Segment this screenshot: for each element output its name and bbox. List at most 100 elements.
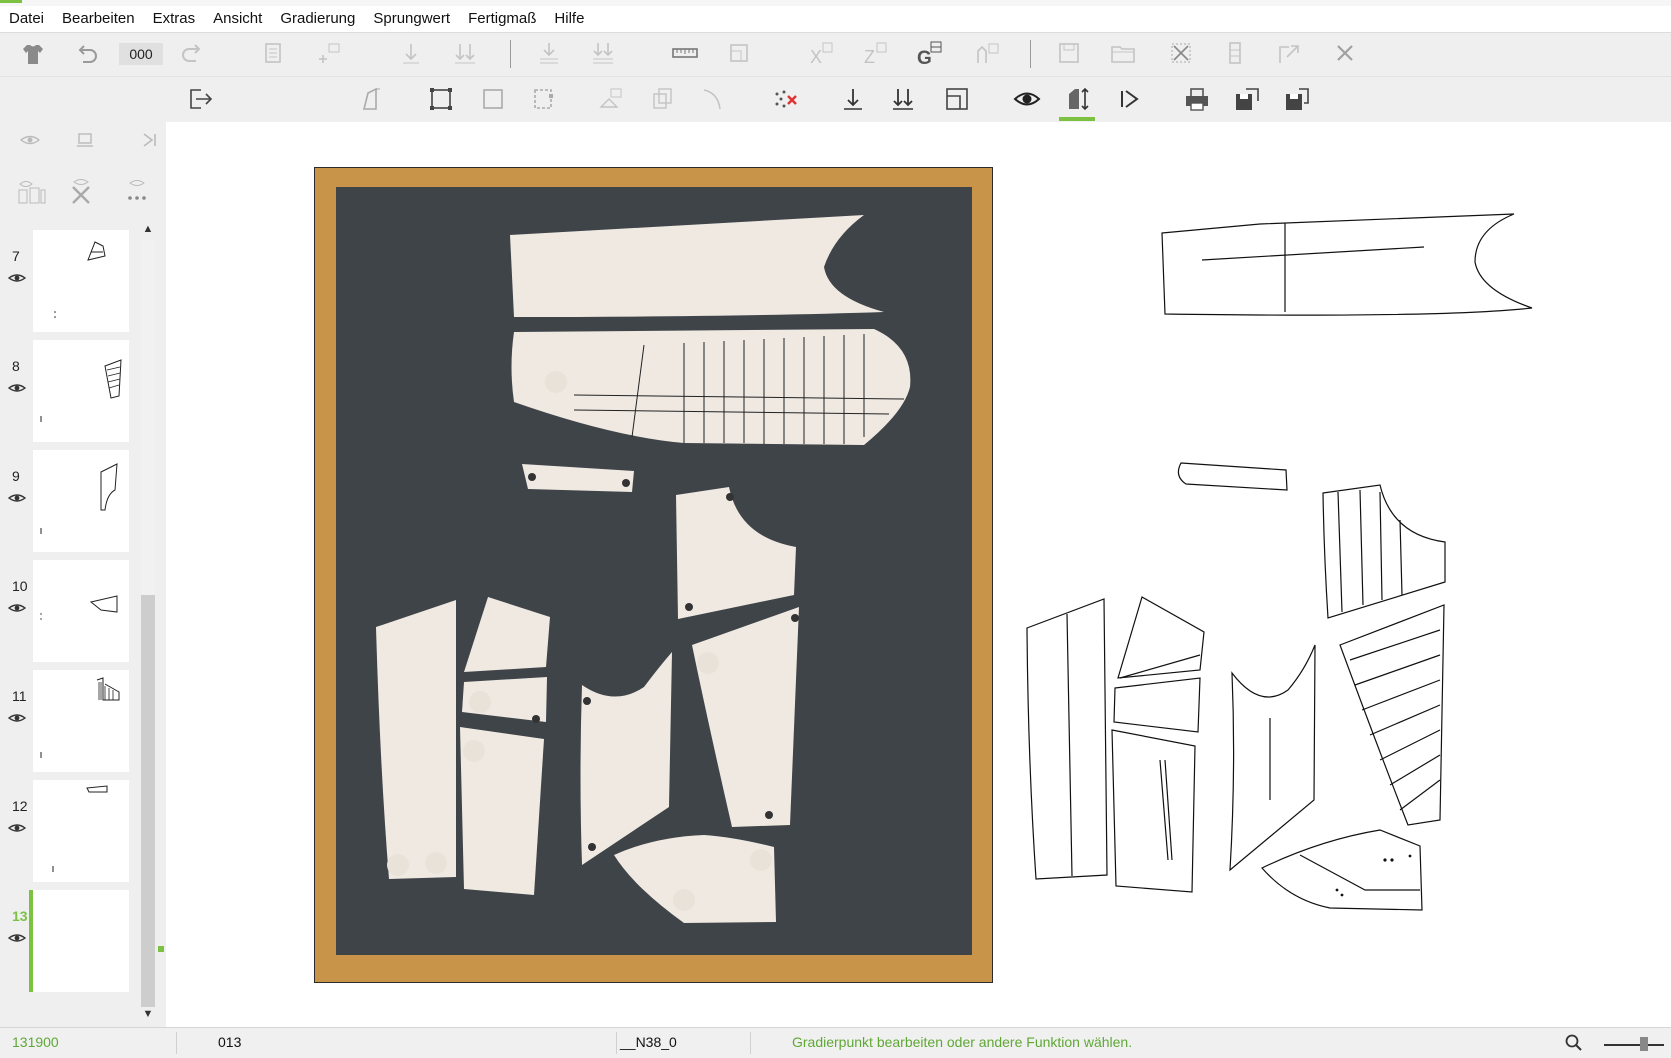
eye-icon[interactable]	[8, 272, 26, 284]
status-size: __N38_0	[620, 1034, 677, 1050]
menu-datei[interactable]: Datei	[0, 6, 53, 32]
eye-icon[interactable]	[8, 822, 26, 834]
eye-icon[interactable]	[17, 129, 43, 151]
open-folder-icon[interactable]	[1106, 36, 1140, 70]
menu-bar: Datei Bearbeiten Extras Ansicht Gradieru…	[0, 6, 1671, 32]
arrow-down-icon[interactable]	[836, 82, 870, 116]
page-number: 8	[12, 358, 20, 374]
tshirt-icon[interactable]	[16, 37, 50, 71]
ruler-icon[interactable]	[668, 36, 702, 70]
menu-ansicht[interactable]: Ansicht	[204, 6, 271, 32]
save-as-icon[interactable]	[1230, 82, 1264, 116]
zoom-icon[interactable]	[1564, 1033, 1584, 1053]
status-id: 131900	[12, 1034, 59, 1050]
page-number: 13	[12, 908, 28, 924]
page-row[interactable]: 8	[0, 338, 140, 444]
double-arrow-down-icon[interactable]	[886, 82, 920, 116]
page-thumbnail[interactable]	[33, 450, 129, 552]
more-icon[interactable]	[122, 174, 152, 204]
status-message: Gradierpunkt bearbeiten oder andere Funk…	[792, 1034, 1133, 1050]
eye-icon[interactable]	[8, 712, 26, 724]
menu-extras[interactable]: Extras	[144, 6, 205, 32]
page-thumbnail[interactable]	[33, 340, 129, 442]
export-icon[interactable]	[1272, 36, 1306, 70]
rect-side-icon[interactable]	[526, 82, 560, 116]
page-thumbnail[interactable]	[33, 230, 129, 332]
eye-icon[interactable]	[1010, 82, 1044, 116]
page-row[interactable]: 7	[0, 228, 140, 334]
pattern-pieces-drawing[interactable]	[1020, 200, 1550, 930]
grade-counter[interactable]: 000	[119, 43, 163, 65]
select-rect-icon[interactable]	[424, 82, 458, 116]
column-icon[interactable]	[1218, 36, 1252, 70]
delete-points-icon[interactable]	[768, 82, 802, 116]
document-icon[interactable]	[256, 36, 290, 70]
zoom-slider-handle[interactable]	[1640, 1037, 1648, 1051]
page-row[interactable]: 10	[0, 558, 140, 664]
status-separator	[750, 1032, 751, 1054]
x-grade-icon[interactable]: X	[804, 36, 838, 70]
piece-icon[interactable]	[355, 82, 389, 116]
skip-end-icon[interactable]	[136, 129, 162, 151]
close-icon[interactable]	[1328, 36, 1362, 70]
page-thumbnail[interactable]	[33, 560, 129, 662]
frame-icon[interactable]	[722, 36, 756, 70]
page-number: 11	[12, 688, 27, 704]
page-panel: ▲ ▼ 7 8 9 10 11 12 13	[0, 122, 167, 1027]
eye-icon[interactable]	[8, 382, 26, 394]
save-all-icon[interactable]	[1280, 82, 1314, 116]
page-number: 10	[12, 578, 28, 594]
pattern-board-photo[interactable]	[314, 167, 993, 983]
scroll-position-marker	[158, 946, 164, 952]
eye-icon[interactable]	[8, 602, 26, 614]
page-row[interactable]: 11	[0, 668, 140, 774]
arrow-down-icon[interactable]	[394, 36, 428, 70]
eye-icon[interactable]	[8, 932, 26, 944]
align-down-icon[interactable]	[532, 36, 566, 70]
menu-gradierung[interactable]: Gradierung	[271, 6, 364, 32]
curve-icon[interactable]	[695, 82, 729, 116]
menu-hilfe[interactable]: Hilfe	[545, 6, 593, 32]
undo-icon[interactable]	[70, 37, 104, 71]
active-tool-indicator	[1059, 117, 1095, 121]
add-point-icon[interactable]	[312, 36, 346, 70]
page-thumbnail[interactable]	[33, 890, 129, 992]
person-grade-icon[interactable]	[970, 36, 1004, 70]
exit-icon[interactable]	[183, 82, 217, 116]
grade-icon[interactable]	[1060, 82, 1094, 116]
eye-icon[interactable]	[8, 492, 26, 504]
status-page: 013	[218, 1034, 242, 1050]
page-thumbnail[interactable]	[33, 670, 129, 772]
page-number: 12	[12, 798, 28, 814]
page-number: 7	[12, 248, 20, 264]
page-row[interactable]: 9	[0, 448, 140, 554]
zoom-slider[interactable]	[1604, 1044, 1664, 1046]
grid-delete-icon[interactable]	[1164, 36, 1198, 70]
g-grade-icon[interactable]: G	[912, 36, 946, 70]
align-double-down-icon[interactable]	[586, 36, 620, 70]
double-arrow-down-icon[interactable]	[448, 36, 482, 70]
svg-text:Z: Z	[864, 47, 875, 67]
menu-fertigmass[interactable]: Fertigmaß	[459, 6, 545, 32]
redo-icon[interactable]	[175, 36, 209, 70]
rect-icon[interactable]	[476, 82, 510, 116]
save-icon[interactable]	[1052, 36, 1086, 70]
layer-icon[interactable]	[594, 82, 628, 116]
hide-pieces-icon[interactable]	[66, 174, 96, 204]
stack-icon[interactable]	[72, 129, 98, 151]
scroll-up-icon[interactable]: ▲	[141, 222, 155, 236]
page-row[interactable]: 13	[0, 888, 140, 994]
z-grade-icon[interactable]: Z	[858, 36, 892, 70]
menu-bearbeiten[interactable]: Bearbeiten	[53, 6, 144, 32]
frame-corner-icon[interactable]	[940, 82, 974, 116]
copy-icon[interactable]	[645, 82, 679, 116]
status-bar: 131900 013 __N38_0 Gradierpunkt bearbeit…	[0, 1027, 1671, 1058]
page-thumbnail[interactable]	[33, 780, 129, 882]
page-row[interactable]: 12	[0, 778, 140, 884]
menu-sprungwert[interactable]: Sprungwert	[364, 6, 459, 32]
play-icon[interactable]	[1112, 82, 1146, 116]
printer-icon[interactable]	[1180, 82, 1214, 116]
scroll-down-icon[interactable]: ▼	[141, 1007, 155, 1021]
scrollbar-thumb[interactable]	[141, 595, 155, 1007]
show-pieces-icon[interactable]	[16, 174, 46, 204]
